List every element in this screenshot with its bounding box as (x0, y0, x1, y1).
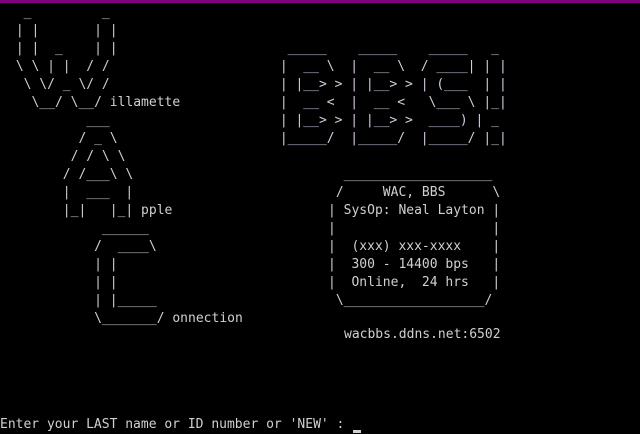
server-address: wacbbs.ddns.net:6502 (344, 327, 501, 342)
wac-logo-w-art: _ _ | | | | | | _ | | \ \ | | / / \ \/ _… (15, 5, 181, 110)
text-cursor[interactable] (353, 429, 362, 433)
wac-logo-a-art: ___ / _ \ / / \ \ / /___\ \ | ___ | |_| … (62, 113, 173, 218)
bbs-info-box: ___________________ / WAC, BBS \ | SysOp… (328, 167, 501, 308)
login-prompt-row[interactable]: Enter your LAST name or ID number or 'NE… (0, 416, 362, 434)
bbs-banner-art: _____ _____ _____ _ | __ \ | __ \ / ____… (279, 41, 507, 146)
wac-logo-c-art: ______ / ____\ | | | | | |_____ \_______… (94, 221, 243, 326)
terminal-screen[interactable]: _ _ | | | | | | _ | | \ \ | | / / \ \/ _… (0, 0, 640, 434)
login-prompt: Enter your LAST name or ID number or 'NE… (0, 417, 353, 432)
